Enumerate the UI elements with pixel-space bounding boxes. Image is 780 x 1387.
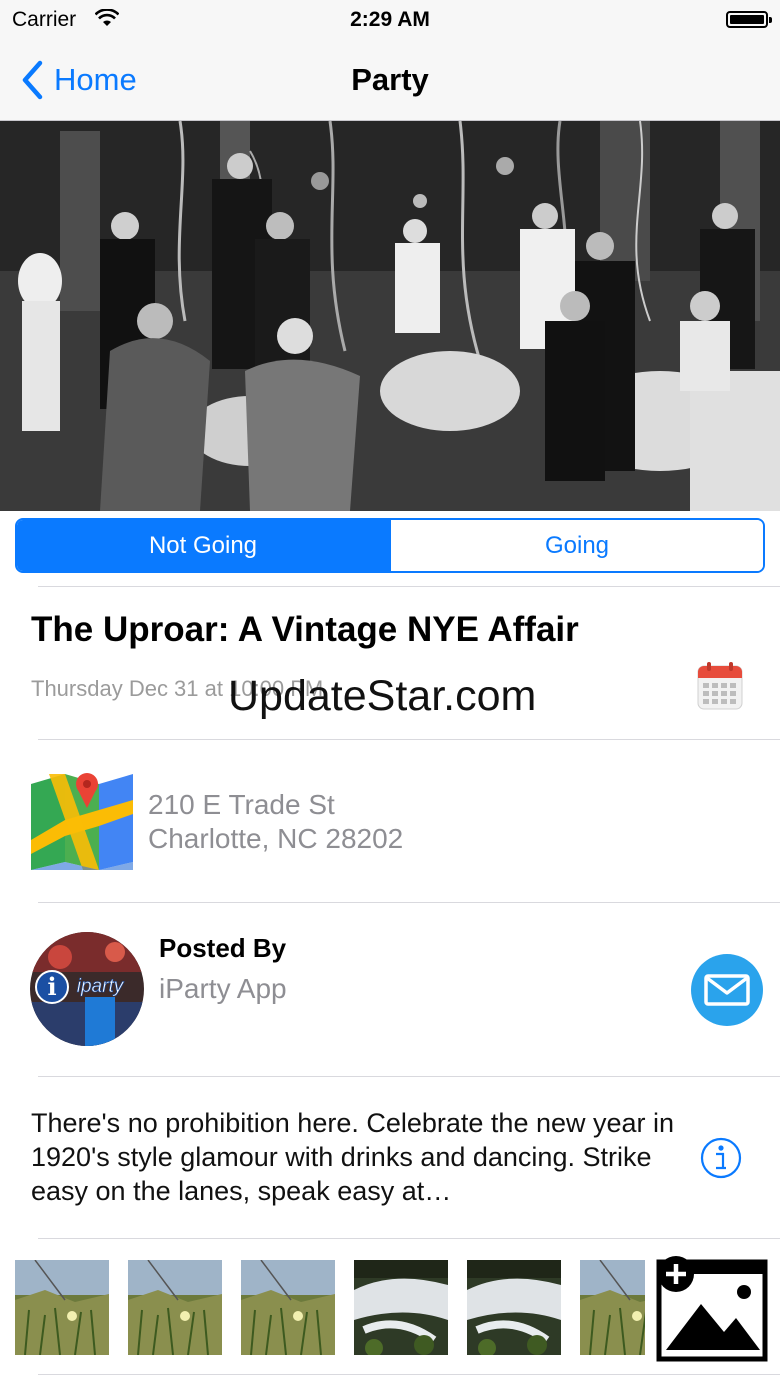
event-photo <box>0 121 780 511</box>
segment-not-going[interactable]: Not Going <box>17 520 389 571</box>
address-line-2: Charlotte, NC 28202 <box>148 823 404 854</box>
divider <box>38 1374 780 1375</box>
rsvp-segmented-control: Not Going Going <box>15 518 765 573</box>
calendar-icon[interactable] <box>697 662 743 715</box>
photo-thumbnail[interactable] <box>467 1260 561 1355</box>
svg-text:i: i <box>47 972 56 1001</box>
photo-thumbnail[interactable] <box>580 1260 645 1355</box>
watermark-text: UpdateStar.com <box>228 672 537 720</box>
divider <box>38 902 780 903</box>
avatar[interactable]: i iparty <box>30 932 144 1046</box>
avatar-logo-text: iparty <box>77 976 125 997</box>
photo-thumbnail[interactable] <box>15 1260 109 1355</box>
divider <box>38 1076 780 1077</box>
map-icon[interactable] <box>31 770 133 877</box>
info-icon[interactable] <box>700 1137 742 1184</box>
posted-by-label: Posted By <box>159 933 287 963</box>
add-photo-icon[interactable] <box>656 1252 768 1367</box>
battery-icon <box>726 11 772 28</box>
poster-name[interactable]: iParty App <box>159 973 287 1005</box>
address-line-1: 210 E Trade St <box>148 789 335 820</box>
photo-strip[interactable] <box>15 1260 645 1355</box>
segment-going[interactable]: Going <box>389 520 763 571</box>
mail-icon[interactable] <box>691 954 763 1026</box>
clock: 2:29 AM <box>350 8 430 31</box>
divider <box>38 1238 780 1239</box>
photo-thumbnail[interactable] <box>354 1260 448 1355</box>
divider <box>38 586 780 587</box>
status-bar: Carrier 2:29 AM <box>0 0 780 40</box>
photo-thumbnail[interactable] <box>241 1260 335 1355</box>
event-description: There's no prohibition here. Celebrate t… <box>31 1108 675 1206</box>
page-title: Party <box>351 62 429 97</box>
event-address[interactable]: 210 E Trade St Charlotte, NC 28202 <box>148 788 403 856</box>
event-title: The Uproar: A Vintage NYE Affair <box>31 610 579 649</box>
photo-thumbnail[interactable] <box>128 1260 222 1355</box>
navigation-bar: Home Party <box>0 40 780 121</box>
divider <box>38 739 780 740</box>
